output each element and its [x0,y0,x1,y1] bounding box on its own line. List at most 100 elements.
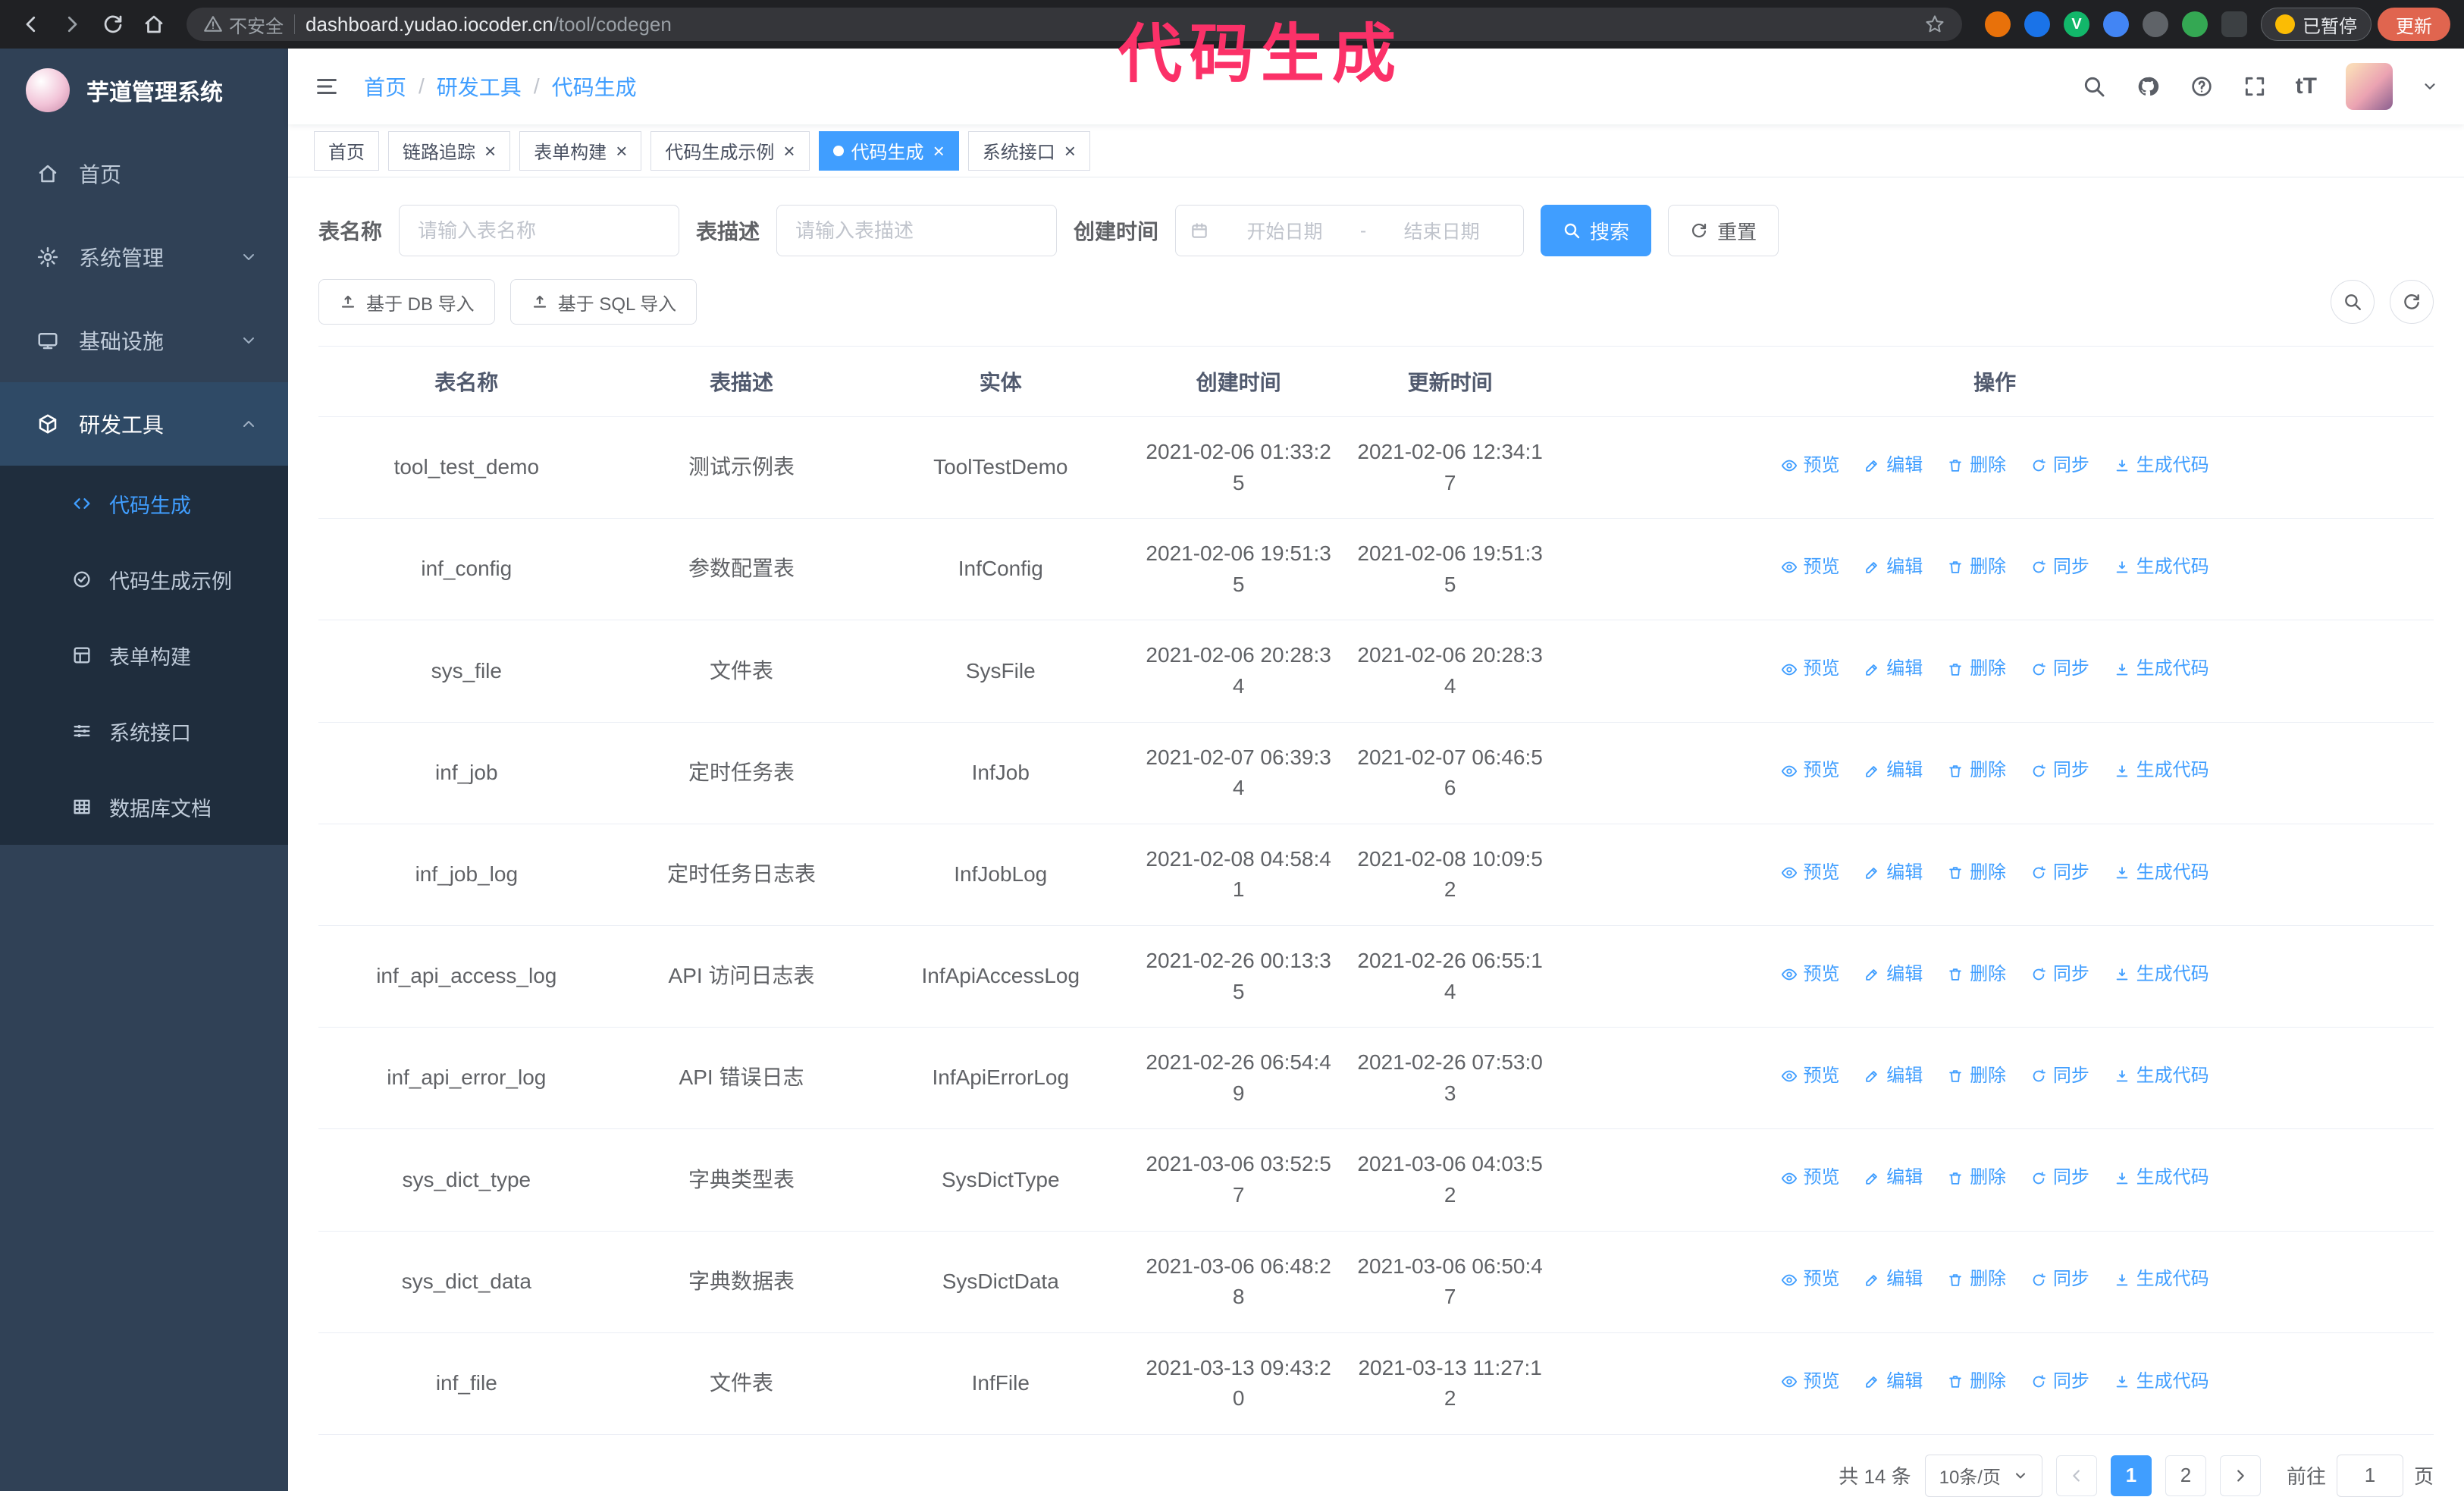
delete-button[interactable]: 删除 [1947,962,2006,988]
goto-page-input[interactable] [2336,1454,2403,1497]
chevron-down-icon[interactable] [2422,78,2438,95]
browser-forward-button[interactable] [55,7,89,42]
sync-button[interactable]: 同步 [2030,758,2089,784]
delete-button[interactable]: 删除 [1947,1063,2006,1090]
puzzle-extensions-icon[interactable] [2221,11,2247,37]
toggle-search-button[interactable] [2331,280,2375,324]
generate-code-button[interactable]: 生成代码 [2114,1369,2209,1395]
preview-button[interactable]: 预览 [1781,1063,1840,1090]
breadcrumb-item[interactable]: 研发工具 [437,71,522,102]
generate-code-button[interactable]: 生成代码 [2114,656,2209,683]
tab[interactable]: 表单构建 × [519,130,642,171]
close-icon[interactable]: × [1064,141,1076,161]
browser-home-button[interactable] [136,7,171,42]
sync-button[interactable]: 同步 [2030,1063,2089,1090]
generate-code-button[interactable]: 生成代码 [2114,1266,2209,1293]
app-logo[interactable]: 芋道管理系统 [0,49,288,132]
browser-reload-button[interactable] [96,7,130,42]
sidebar-item-system-management[interactable]: 系统管理 [0,215,288,299]
generate-code-button[interactable]: 生成代码 [2114,1063,2209,1090]
delete-button[interactable]: 删除 [1947,1165,2006,1191]
preview-button[interactable]: 预览 [1781,758,1840,784]
page-button-1[interactable]: 1 [2110,1455,2152,1496]
address-bar[interactable]: 不安全 dashboard.yudao.iocoder.cn/tool/code… [187,8,1962,41]
close-icon[interactable]: × [783,141,795,161]
extension-icon[interactable] [2143,11,2168,37]
sidebar-item-form-builder[interactable]: 表单构建 [0,617,288,693]
extension-icon[interactable] [2182,11,2208,37]
browser-update-button[interactable]: 更新 [2378,8,2450,41]
delete-button[interactable]: 删除 [1947,1369,2006,1395]
edit-button[interactable]: 编辑 [1864,554,1923,581]
page-button-2[interactable]: 2 [2165,1455,2206,1496]
preview-button[interactable]: 预览 [1781,656,1840,683]
date-range-picker[interactable]: 开始日期 - 结束日期 [1175,205,1525,256]
sidebar-item-db-docs[interactable]: 数据库文档 [0,769,288,845]
paused-badge[interactable]: 已暂停 [2261,8,2372,41]
sidebar-item-infrastructure[interactable]: 基础设施 [0,299,288,382]
preview-button[interactable]: 预览 [1781,1266,1840,1293]
github-icon[interactable] [2135,74,2161,99]
preview-button[interactable]: 预览 [1781,962,1840,988]
extension-icon[interactable]: V [2064,11,2089,37]
refresh-table-button[interactable] [2390,280,2434,324]
delete-button[interactable]: 删除 [1947,758,2006,784]
browser-back-button[interactable] [14,7,49,42]
prev-page-button[interactable] [2055,1455,2097,1496]
end-date-placeholder[interactable]: 结束日期 [1374,217,1509,244]
delete-button[interactable]: 删除 [1947,656,2006,683]
extension-icon[interactable] [1985,11,2011,37]
tab[interactable]: 代码生成 × [818,130,959,171]
generate-code-button[interactable]: 生成代码 [2114,554,2209,581]
user-avatar[interactable] [2346,63,2393,110]
sync-button[interactable]: 同步 [2030,1266,2089,1293]
sidebar-item-system-api[interactable]: 系统接口 [0,693,288,769]
edit-button[interactable]: 编辑 [1864,656,1923,683]
close-icon[interactable]: × [616,141,627,161]
generate-code-button[interactable]: 生成代码 [2114,758,2209,784]
fullscreen-icon[interactable] [2243,74,2267,99]
sync-button[interactable]: 同步 [2030,962,2089,988]
reset-button[interactable]: 重置 [1668,205,1779,256]
font-size-icon[interactable]: tT [2296,74,2317,99]
sidebar-item-codegen[interactable]: 代码生成 [0,466,288,541]
sync-button[interactable]: 同步 [2030,656,2089,683]
sidebar-item-codegen-example[interactable]: 代码生成示例 [0,541,288,617]
generate-code-button[interactable]: 生成代码 [2114,860,2209,887]
close-icon[interactable]: × [484,141,496,161]
bookmark-star-icon[interactable] [1924,14,1945,35]
close-icon[interactable]: × [933,141,945,161]
preview-button[interactable]: 预览 [1781,860,1840,887]
start-date-placeholder[interactable]: 开始日期 [1217,217,1353,244]
delete-button[interactable]: 删除 [1947,554,2006,581]
preview-button[interactable]: 预览 [1781,1165,1840,1191]
edit-button[interactable]: 编辑 [1864,860,1923,887]
import-sql-button[interactable]: 基于 SQL 导入 [509,279,698,325]
delete-button[interactable]: 删除 [1947,1266,2006,1293]
edit-button[interactable]: 编辑 [1864,1063,1923,1090]
search-button[interactable]: 搜索 [1541,205,1652,256]
sync-button[interactable]: 同步 [2030,1369,2089,1395]
search-icon[interactable] [2082,74,2106,99]
extension-icon[interactable] [2024,11,2050,37]
sidebar-toggle-button[interactable] [314,74,340,99]
help-icon[interactable] [2190,74,2214,99]
edit-button[interactable]: 编辑 [1864,1266,1923,1293]
sync-button[interactable]: 同步 [2030,453,2089,479]
generate-code-button[interactable]: 生成代码 [2114,1165,2209,1191]
edit-button[interactable]: 编辑 [1864,962,1923,988]
table-name-input[interactable] [399,205,680,256]
generate-code-button[interactable]: 生成代码 [2114,962,2209,988]
preview-button[interactable]: 预览 [1781,1369,1840,1395]
sidebar-item-dev-tools[interactable]: 研发工具 [0,382,288,466]
table-desc-input[interactable] [776,205,1058,256]
edit-button[interactable]: 编辑 [1864,758,1923,784]
edit-button[interactable]: 编辑 [1864,453,1923,479]
tab[interactable]: 首页 [314,130,379,171]
delete-button[interactable]: 删除 [1947,453,2006,479]
delete-button[interactable]: 删除 [1947,860,2006,887]
tab[interactable]: 链路追踪 × [388,130,511,171]
tab[interactable]: 系统接口 × [967,130,1090,171]
breadcrumb-item[interactable]: 代码生成 [552,71,637,102]
preview-button[interactable]: 预览 [1781,554,1840,581]
